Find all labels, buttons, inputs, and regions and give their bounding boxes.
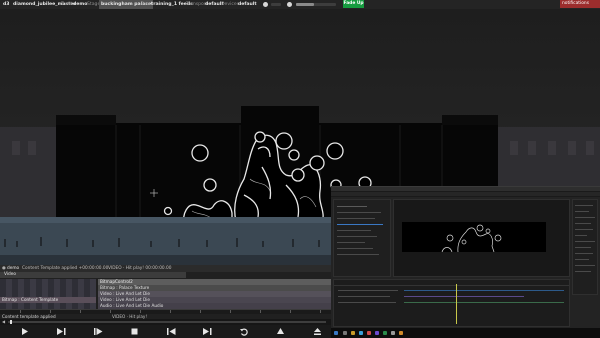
composition-editor-window[interactable] — [331, 186, 600, 338]
app-badge: d3 — [3, 2, 10, 7]
editor-toolbar[interactable] — [331, 192, 600, 197]
stop-icon — [131, 328, 137, 335]
track-value[interactable]: demo — [73, 0, 87, 9]
play-section-button[interactable] — [92, 327, 104, 336]
transport-bar — [0, 325, 331, 338]
next-section-icon — [202, 328, 211, 335]
eject-button[interactable] — [311, 327, 323, 336]
play-to-end-icon — [56, 328, 65, 335]
deck-header: ● demo Content Template applied +00:00:0… — [0, 265, 331, 272]
layer-label: Video : Live And Let Die — [100, 297, 150, 302]
scrub-handle[interactable] — [10, 320, 12, 324]
track-indicator: ● — [2, 266, 6, 271]
layer-label: Audio : Live And Let Die Audio — [100, 303, 164, 308]
playhead — [456, 284, 457, 324]
return-icon — [240, 328, 248, 336]
return-button[interactable] — [238, 327, 250, 336]
next-section-button[interactable] — [201, 327, 213, 336]
layer-rows[interactable]: BitmapControl2 Bitmap : Palace Texture V… — [0, 279, 331, 309]
deck-track-name[interactable]: demo — [7, 265, 19, 272]
volume-knob[interactable] — [287, 2, 292, 7]
composition-viewer[interactable] — [393, 199, 570, 277]
effects-panel[interactable] — [572, 199, 598, 295]
content-template-row[interactable]: Bitmap : Content Template — [0, 297, 96, 303]
deck-header-status: Content Template applied +00:00:00.00 — [22, 266, 109, 271]
devices-value[interactable]: default — [238, 0, 257, 9]
layer-label: Bitmap : Palace Texture — [100, 285, 150, 290]
left-wing-top — [56, 115, 116, 125]
project-panel[interactable] — [333, 199, 391, 277]
notifications-label: notifications — [562, 1, 589, 6]
toggle-knob[interactable] — [263, 2, 268, 7]
cue-up-icon — [276, 328, 284, 334]
layer-label: BitmapControl2 — [100, 279, 133, 284]
volume-slider[interactable] — [296, 3, 336, 6]
scrub-icon: ◀ — [2, 319, 6, 324]
timeline-panel[interactable] — [333, 279, 570, 327]
os-taskbar — [331, 328, 600, 338]
layer-label: Video : Live And Let Die — [100, 291, 150, 296]
stop-button[interactable] — [128, 327, 140, 336]
video-track-bar[interactable]: Video — [0, 272, 186, 278]
deck-header-video: VIDEO · Hit play! 00:00:00.00 — [108, 266, 172, 271]
top-bar: d3 diamond_jubilee_master Track demo Sta… — [0, 0, 600, 9]
play-section-icon — [93, 328, 102, 335]
track-label: Track — [61, 2, 74, 7]
notifications-button[interactable]: notifications — [560, 0, 600, 8]
eject-icon — [313, 328, 321, 335]
video-track-label: Video — [4, 272, 17, 277]
preview-render — [441, 224, 502, 253]
play-button[interactable] — [18, 327, 30, 336]
right-wing-top — [442, 115, 498, 125]
previous-section-button[interactable] — [165, 327, 177, 336]
timeline-deck[interactable]: ● demo Content Template applied +00:00:0… — [0, 265, 331, 325]
previous-section-icon — [166, 328, 175, 335]
volume-fill — [296, 3, 314, 6]
fade-up-button[interactable]: Fade Up — [343, 0, 364, 8]
mute-toggle[interactable] — [271, 3, 281, 6]
play-to-end-button[interactable] — [55, 327, 67, 336]
play-icon — [21, 328, 28, 335]
devices-label: Devices — [221, 2, 240, 7]
central-pediment — [241, 106, 319, 126]
composition-preview — [402, 222, 546, 253]
cue-up-button[interactable] — [274, 327, 286, 336]
content-template-label: Bitmap : Content Template — [2, 297, 59, 302]
scrub-track[interactable] — [8, 320, 326, 324]
